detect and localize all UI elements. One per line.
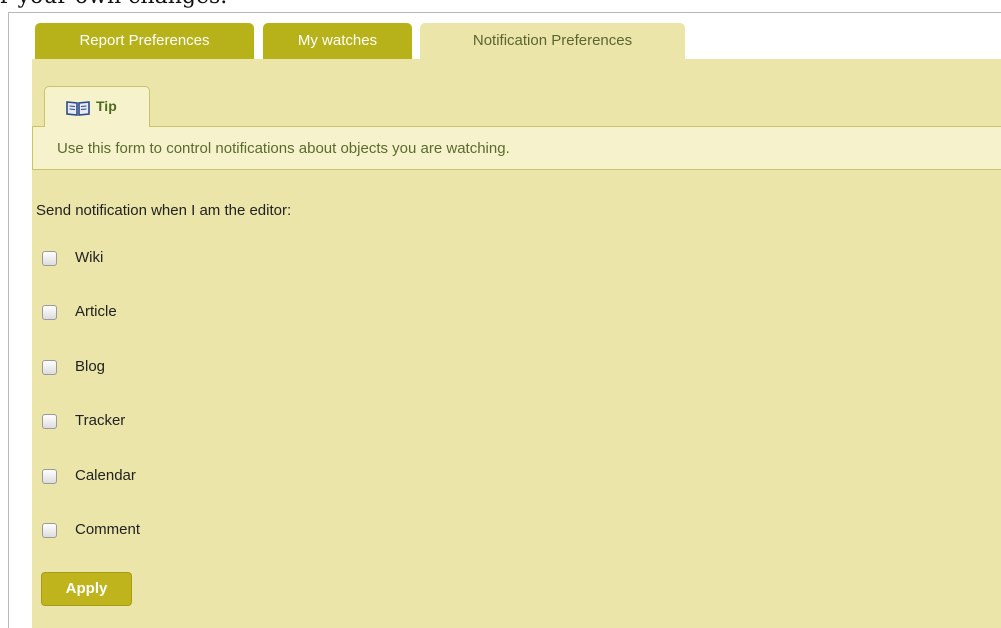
option-label: Comment — [75, 521, 141, 538]
checkbox-calendar[interactable] — [42, 469, 57, 484]
option-label: Wiki — [75, 249, 104, 266]
checkbox-tracker[interactable] — [42, 414, 57, 429]
checkbox-wiki[interactable] — [42, 251, 57, 266]
tab-report-preferences[interactable]: Report Preferences — [35, 23, 254, 59]
checkbox-comment[interactable] — [42, 523, 57, 538]
tip-box: Use this form to control notifications a… — [32, 126, 1001, 170]
tab-my-watches[interactable]: My watches — [263, 23, 412, 59]
intro-text-fragment: r your own changes. — [0, 0, 227, 8]
option-label: Article — [75, 303, 117, 320]
checkbox-article[interactable] — [42, 305, 57, 320]
tab-notification-preferences[interactable]: Notification Preferences — [420, 23, 685, 60]
tip-header: Tip — [44, 86, 150, 127]
book-icon — [66, 100, 90, 116]
checkbox-blog[interactable] — [42, 360, 57, 375]
option-label: Blog — [75, 358, 106, 375]
option-label: Calendar — [75, 467, 136, 484]
apply-button[interactable]: Apply — [41, 572, 132, 606]
option-label: Tracker — [75, 412, 126, 429]
tip-text: Use this form to control notifications a… — [57, 140, 510, 157]
form-heading: Send notification when I am the editor: — [36, 202, 292, 219]
tip-label: Tip — [96, 98, 117, 114]
